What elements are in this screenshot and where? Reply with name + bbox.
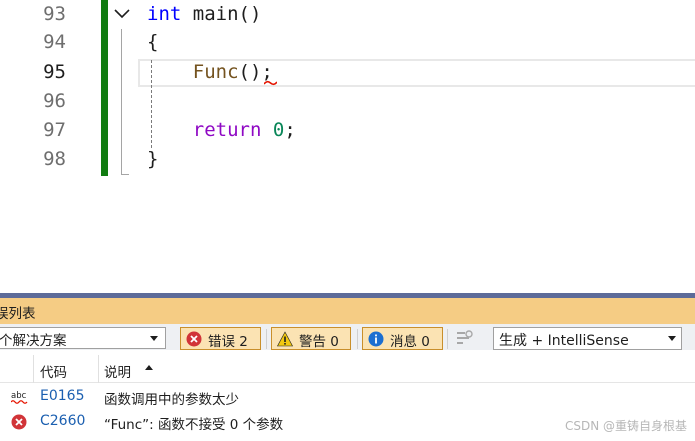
- error-grid-header: 代码 说明: [0, 355, 695, 383]
- toolbar-separator: [447, 329, 448, 349]
- code-token: 0: [272, 119, 285, 141]
- column-header-code[interactable]: 代码: [40, 361, 67, 381]
- warning-icon: [277, 331, 293, 347]
- panel-title-bar[interactable]: 误列表: [0, 298, 695, 324]
- errors-filter-label: 错误 2: [208, 334, 248, 350]
- messages-filter-label: 消息 0: [390, 334, 430, 350]
- intellisense-spell-icon: abc: [11, 391, 28, 404]
- code-token: return: [192, 119, 262, 141]
- line-number: 96: [43, 90, 66, 112]
- build-source-dropdown[interactable]: 生成 + IntelliSense: [493, 327, 682, 350]
- fold-guide-end: [121, 174, 129, 175]
- chevron-down-icon: [668, 336, 676, 341]
- error-icon: [11, 414, 27, 430]
- build-source-value: 生成 + IntelliSense: [499, 333, 629, 349]
- code-token: }: [147, 148, 159, 170]
- code-line[interactable]: int main(): [147, 0, 261, 28]
- error-row[interactable]: abc E0165 函数调用中的参数太少: [0, 385, 695, 409]
- toolbar-separator: [357, 329, 358, 349]
- line-number: 93: [43, 3, 66, 25]
- filter-toggle-icon[interactable]: [456, 330, 474, 346]
- panel-title: 误列表: [0, 306, 36, 322]
- errors-filter-button[interactable]: 错误 2: [180, 327, 261, 350]
- code-token: main(): [181, 3, 262, 25]
- code-token: int: [147, 3, 182, 25]
- warnings-filter-button[interactable]: 警告 0: [271, 327, 351, 350]
- sort-ascending-icon: [145, 365, 153, 370]
- code-token: {: [147, 31, 159, 53]
- fold-guide-line: [121, 29, 122, 175]
- scope-dropdown[interactable]: 个解决方案: [0, 327, 166, 349]
- messages-filter-button[interactable]: 消息 0: [362, 327, 443, 350]
- line-number: 98: [43, 148, 66, 170]
- column-header-description[interactable]: 说明: [104, 361, 131, 381]
- code-line[interactable]: }: [147, 145, 158, 173]
- scope-dropdown-value: 个解决方案: [0, 333, 67, 349]
- change-tracking-bar: [101, 0, 108, 176]
- watermark-text: CSDN @重铸自身根基: [564, 419, 687, 433]
- code-editor[interactable]: 93 94 95 96 97 98 int main() { Func(); r…: [0, 0, 695, 293]
- code-token: Func: [192, 61, 239, 83]
- error-list-panel: 误列表 个解决方案 错误 2 警告 0 消息 0 生成 + IntelliSen…: [0, 293, 695, 441]
- line-number: 94: [43, 31, 66, 53]
- error-code-link[interactable]: E0165: [40, 388, 84, 404]
- chevron-down-icon: [150, 336, 158, 341]
- error-description: “Func”: 函数不接受 0 个参数: [104, 417, 284, 433]
- code-line[interactable]: {: [147, 28, 158, 56]
- error-code-link[interactable]: C2660: [40, 413, 85, 429]
- line-number-current: 95: [43, 61, 66, 83]
- toolbar-separator: [266, 329, 267, 349]
- warnings-filter-label: 警告 0: [299, 334, 339, 350]
- line-number: 97: [43, 119, 66, 141]
- info-icon: [368, 331, 384, 347]
- svg-text:abc: abc: [11, 391, 27, 401]
- code-line[interactable]: return 0;: [147, 116, 296, 144]
- code-line[interactable]: Func();: [147, 58, 273, 86]
- error-description: 函数调用中的参数太少: [104, 392, 239, 408]
- column-separator[interactable]: [98, 355, 99, 383]
- collapse-chevron-icon[interactable]: [113, 6, 131, 22]
- column-separator[interactable]: [33, 355, 34, 383]
- error-icon: [186, 331, 202, 347]
- error-list-toolbar: 个解决方案 错误 2 警告 0 消息 0 生成 + IntelliSense: [0, 324, 695, 350]
- code-token: ;: [284, 119, 296, 141]
- error-squiggle: [264, 80, 277, 86]
